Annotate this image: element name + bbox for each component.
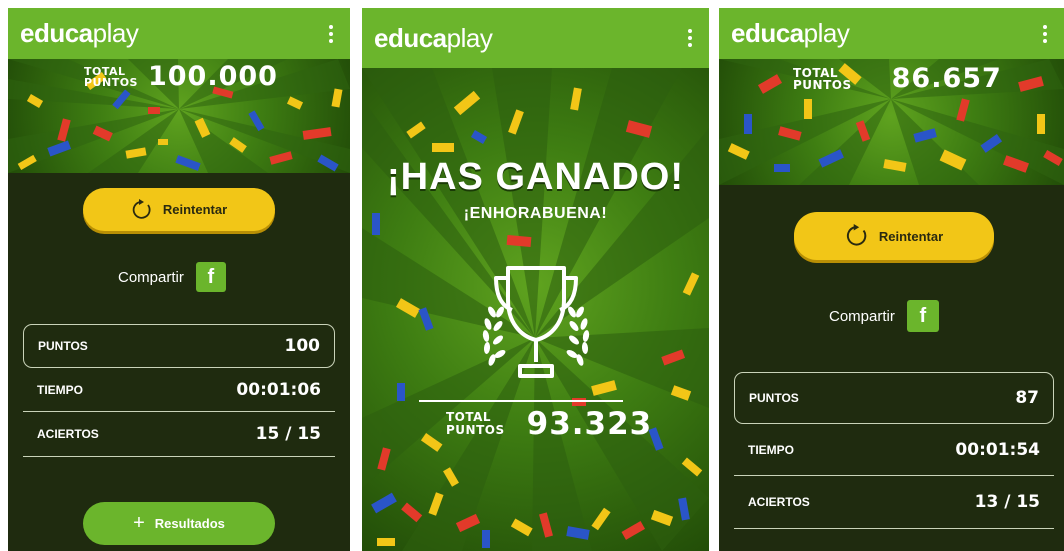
stat-label: ACIERTOS — [748, 495, 810, 509]
total-points: TOTAL PUNTOS 86.657 — [793, 63, 1002, 94]
divider — [23, 411, 335, 412]
confetti-banner: TOTAL PUNTOS 100.000 — [8, 59, 350, 173]
results-label: Resultados — [154, 516, 225, 531]
retry-label: Reintentar — [878, 228, 944, 244]
score-divider — [419, 400, 623, 402]
stat-row-time: TIEMPO 00:01:06 — [23, 368, 335, 411]
stat-row-time: TIEMPO 00:01:54 — [734, 425, 1054, 475]
app-header: educaplay — [719, 8, 1064, 59]
facebook-share-button[interactable]: f — [195, 262, 226, 292]
win-subheadline: ¡ENHORABUENA! — [463, 205, 608, 222]
stat-label: TIEMPO — [37, 382, 84, 397]
total-label: TOTAL — [84, 64, 126, 78]
retry-icon — [846, 224, 867, 246]
celebration-background: ¡HAS GANADO! ¡ENHORABUENA! TOTAL PUNTOS … — [362, 68, 709, 551]
results-screen-1: educaplay TOTAL PUNTOS 100.000 Reintenta… — [8, 8, 350, 551]
facebook-icon: f — [919, 304, 927, 327]
kebab-menu-icon[interactable] — [683, 29, 697, 47]
facebook-icon: f — [207, 265, 215, 288]
retry-label: Reintentar — [162, 202, 228, 217]
share-label: Compartir — [829, 307, 895, 325]
total-label: TOTAL — [793, 65, 839, 80]
stat-label: PUNTOS — [38, 339, 88, 353]
retry-button[interactable]: Reintentar — [83, 188, 275, 231]
stat-value: 00:01:06 — [236, 379, 321, 400]
divider — [734, 475, 1054, 476]
stat-value: 15 / 15 — [255, 424, 321, 444]
kebab-menu-icon[interactable] — [1038, 24, 1052, 43]
stat-label: PUNTOS — [749, 391, 799, 405]
stat-row-hits: ACIERTOS 15 / 15 — [23, 413, 335, 455]
share-row: Compartir f — [118, 262, 226, 292]
stat-value: 00:01:54 — [955, 440, 1040, 460]
educaplay-logo[interactable]: educaplay — [20, 18, 139, 49]
trophy-icon — [482, 266, 590, 378]
stat-value: 13 / 15 — [974, 492, 1040, 512]
retry-button[interactable]: Reintentar — [794, 212, 994, 260]
stat-label: TIEMPO — [748, 443, 795, 457]
educaplay-logo[interactable]: educaplay — [374, 23, 493, 54]
confetti-banner: TOTAL PUNTOS 86.657 — [719, 59, 1064, 185]
share-row: Compartir f — [829, 300, 939, 332]
divider — [734, 528, 1054, 529]
stat-value: 87 — [1015, 388, 1039, 408]
stat-value: 100 — [284, 336, 321, 356]
results-screen-2: educaplay TOTAL PUNTOS 86.657 Reintentar… — [719, 8, 1064, 551]
results-button[interactable]: + Resultados — [83, 502, 275, 545]
win-screen: educaplay ¡HAS GANADO! ¡ENHORABUENA! TOT… — [362, 8, 709, 551]
stat-row-points: PUNTOS 100 — [23, 324, 335, 368]
app-header: educaplay — [8, 8, 350, 59]
app-header: educaplay — [362, 8, 709, 68]
points-label: PUNTOS — [446, 423, 505, 437]
total-points-value: 93.323 — [526, 406, 653, 442]
total-points: TOTAL PUNTOS 100.000 — [84, 61, 278, 92]
plus-icon: + — [133, 512, 145, 534]
stat-row-hits: ACIERTOS 13 / 15 — [734, 477, 1054, 527]
kebab-menu-icon[interactable] — [324, 24, 338, 43]
stat-label: ACIERTOS — [37, 427, 99, 441]
educaplay-logo[interactable]: educaplay — [731, 18, 850, 49]
points-label: PUNTOS — [84, 75, 138, 89]
total-points: TOTAL PUNTOS 93.323 — [446, 406, 652, 442]
facebook-share-button[interactable]: f — [906, 300, 939, 332]
total-points-value: 100.000 — [147, 61, 278, 92]
share-label: Compartir — [118, 268, 184, 286]
stat-row-points: PUNTOS 87 — [734, 372, 1054, 424]
win-headline: ¡HAS GANADO! — [387, 156, 684, 198]
retry-icon — [132, 198, 151, 219]
divider — [23, 456, 335, 457]
points-label: PUNTOS — [793, 77, 852, 92]
total-points-value: 86.657 — [891, 63, 1002, 94]
